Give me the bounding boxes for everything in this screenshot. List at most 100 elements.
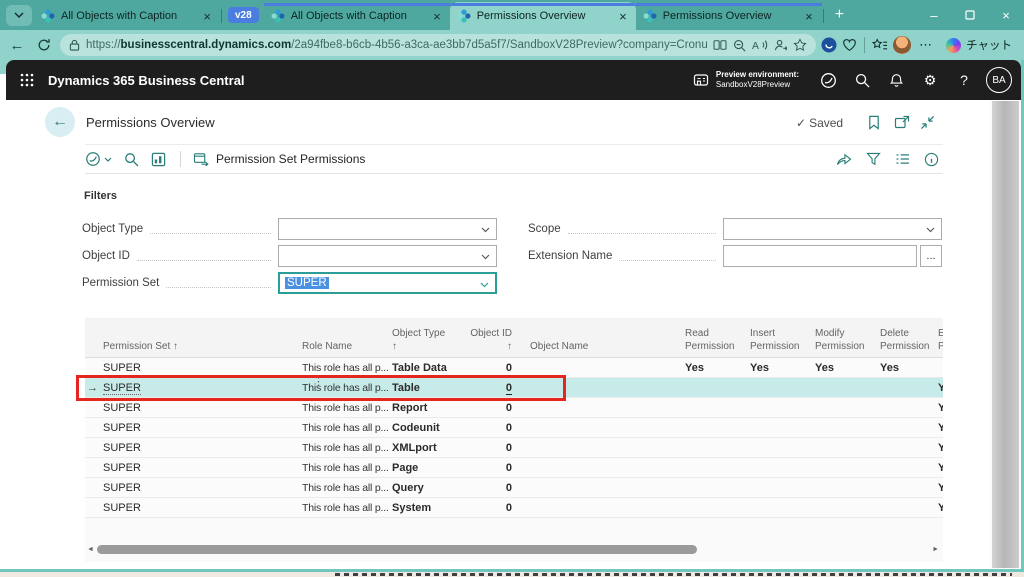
table-row-system[interactable]: SUPER This role has all p... System 0 Y <box>85 498 943 518</box>
cell-object-type[interactable]: Table Data <box>392 362 467 374</box>
cell-object-type[interactable]: Page <box>392 462 467 474</box>
cell-execute[interactable]: Y <box>938 422 943 434</box>
user-avatar[interactable]: BA <box>986 67 1012 93</box>
cell-object-type[interactable]: Table <box>392 382 467 394</box>
cell-role-name[interactable]: This role has all p... <box>302 402 392 414</box>
read-aloud-icon[interactable]: A <box>752 39 768 51</box>
close-window-button[interactable]: × <box>988 0 1024 30</box>
browser-essentials-icon[interactable] <box>842 38 857 52</box>
permission-set-dropdown[interactable]: SUPER <box>278 272 497 294</box>
zoom-out-icon[interactable] <box>733 39 746 52</box>
cell-role-name[interactable]: This role has all p... <box>302 442 392 454</box>
browser-tab-4[interactable]: Permissions Overview × <box>636 2 822 30</box>
cell-object-id[interactable]: 0 <box>467 442 516 454</box>
analyze-icon[interactable] <box>151 152 166 167</box>
cell-object-type[interactable]: Report <box>392 402 467 414</box>
help-icon[interactable]: ? <box>947 72 981 88</box>
related-page-icon[interactable] <box>193 152 209 166</box>
scroll-left-icon[interactable]: ◄ <box>87 546 94 553</box>
col-object-type[interactable]: Object Type↑ <box>392 328 467 357</box>
cell-permission-set[interactable]: SUPER <box>103 502 302 514</box>
col-permission-set[interactable]: Permission Set ↑ <box>103 341 302 358</box>
tab-group-badge[interactable]: v28 <box>228 7 259 23</box>
table-row-table-selected[interactable]: → SUPER⋮ This role has all p... Table 0 … <box>85 378 943 398</box>
col-role-name[interactable]: Role Name <box>302 341 392 358</box>
refresh-button[interactable] <box>33 38 55 52</box>
list-view-icon[interactable] <box>895 153 910 165</box>
cell-execute[interactable]: Y <box>938 402 943 414</box>
horizontal-scrollbar-thumb[interactable] <box>97 545 697 554</box>
tab-search-button[interactable] <box>6 5 32 26</box>
table-row-query[interactable]: SUPER This role has all p... Query 0 Y <box>85 478 943 498</box>
table-row-report[interactable]: SUPER This role has all p... Report 0 Y <box>85 398 943 418</box>
tab-close-icon[interactable]: × <box>431 9 443 24</box>
col-read-permission[interactable]: ReadPermission <box>685 328 750 357</box>
row-menu-ellipsis-icon[interactable]: ⋮ <box>313 375 324 388</box>
browser-tab-1[interactable]: All Objects with Caption × <box>34 2 220 30</box>
cell-delete[interactable]: Yes <box>880 362 938 374</box>
info-icon[interactable] <box>924 152 939 167</box>
profile-sync-icon[interactable] <box>774 39 787 52</box>
settings-gear-icon[interactable]: ⚙ <box>913 72 947 89</box>
cell-object-id[interactable]: 0 <box>467 422 516 434</box>
search-list-icon[interactable] <box>124 152 139 167</box>
cell-execute[interactable]: Y <box>938 462 943 474</box>
page-back-button[interactable]: ← <box>45 107 75 137</box>
cell-role-name[interactable]: This role has all p... <box>302 422 392 434</box>
cell-role-name[interactable]: This role has all p... <box>302 462 392 474</box>
cell-modify[interactable]: Yes <box>815 362 880 374</box>
url-text[interactable]: https://businesscentral.dynamics.com/2a9… <box>86 39 707 51</box>
permission-set-permissions-button[interactable]: Permission Set Permissions <box>216 152 365 166</box>
col-modify-permission[interactable]: ModifyPermission <box>815 328 880 357</box>
cell-object-id[interactable]: 0 <box>467 402 516 414</box>
table-row-xmlport[interactable]: SUPER This role has all p... XMLport 0 Y <box>85 438 943 458</box>
scope-dropdown[interactable] <box>723 218 942 240</box>
bookmark-icon[interactable] <box>868 115 880 130</box>
cell-object-type[interactable]: Codeunit <box>392 422 467 434</box>
cell-object-id[interactable]: 0 <box>467 462 516 474</box>
assist-edit-button[interactable]: ... <box>920 245 942 267</box>
favorite-star-icon[interactable] <box>793 38 807 52</box>
tab-close-icon[interactable]: × <box>803 9 815 24</box>
copilot-header-icon[interactable] <box>811 72 845 89</box>
back-button[interactable]: ← <box>6 37 28 54</box>
col-execute-permission[interactable]: EP <box>938 328 943 357</box>
tab-close-icon[interactable]: × <box>617 9 629 24</box>
favorites-bar-icon[interactable] <box>872 38 888 52</box>
cell-object-type[interactable]: Query <box>392 482 467 494</box>
split-screen-icon[interactable] <box>713 39 727 51</box>
notifications-bell-icon[interactable] <box>879 73 913 88</box>
app-launcher-icon[interactable] <box>6 73 48 87</box>
vertical-scrollbar[interactable] <box>990 100 1021 569</box>
collapse-icon[interactable] <box>920 115 935 130</box>
scroll-right-icon[interactable]: ► <box>932 546 939 553</box>
cell-execute[interactable]: Y <box>938 482 943 494</box>
browser-menu-icon[interactable]: ⋯ <box>916 37 935 53</box>
address-bar[interactable]: https://businesscentral.dynamics.com/2a9… <box>60 34 816 56</box>
vertical-scrollbar-thumb[interactable] <box>992 101 1019 568</box>
minimize-button[interactable]: – <box>916 0 952 30</box>
cell-permission-set[interactable]: SUPER <box>103 482 302 494</box>
col-object-id[interactable]: Object ID ↑ <box>467 328 516 357</box>
cell-role-name[interactable]: This role has all p... <box>302 482 392 494</box>
browser-tab-2[interactable]: All Objects with Caption × <box>264 2 450 30</box>
col-delete-permission[interactable]: DeletePermission <box>880 328 938 357</box>
copilot-chat-button[interactable]: チャット <box>940 37 1018 53</box>
col-object-name[interactable]: Object Name <box>516 341 685 358</box>
object-id-dropdown[interactable] <box>278 245 497 267</box>
cell-object-id[interactable]: 0 <box>467 482 516 494</box>
cell-permission-set[interactable]: SUPER <box>103 362 302 374</box>
cell-execute[interactable]: Y <box>938 382 943 394</box>
cell-insert[interactable]: Yes <box>750 362 815 374</box>
table-row-page[interactable]: SUPER This role has all p... Page 0 Y <box>85 458 943 478</box>
cell-object-type[interactable]: XMLport <box>392 442 467 454</box>
object-type-dropdown[interactable] <box>278 218 497 240</box>
browser-tab-3-active[interactable]: Permissions Overview × <box>450 2 636 30</box>
table-row-table-data[interactable]: SUPER This role has all p... Table Data … <box>85 358 943 378</box>
search-icon[interactable] <box>845 73 879 88</box>
environment-button[interactable]: Preview environment: SandboxV28Preview <box>693 70 799 91</box>
table-row-codeunit[interactable]: SUPER This role has all p... Codeunit 0 … <box>85 418 943 438</box>
tab-close-icon[interactable]: × <box>201 9 213 24</box>
col-insert-permission[interactable]: InsertPermission <box>750 328 815 357</box>
cell-execute[interactable]: Y <box>938 442 943 454</box>
